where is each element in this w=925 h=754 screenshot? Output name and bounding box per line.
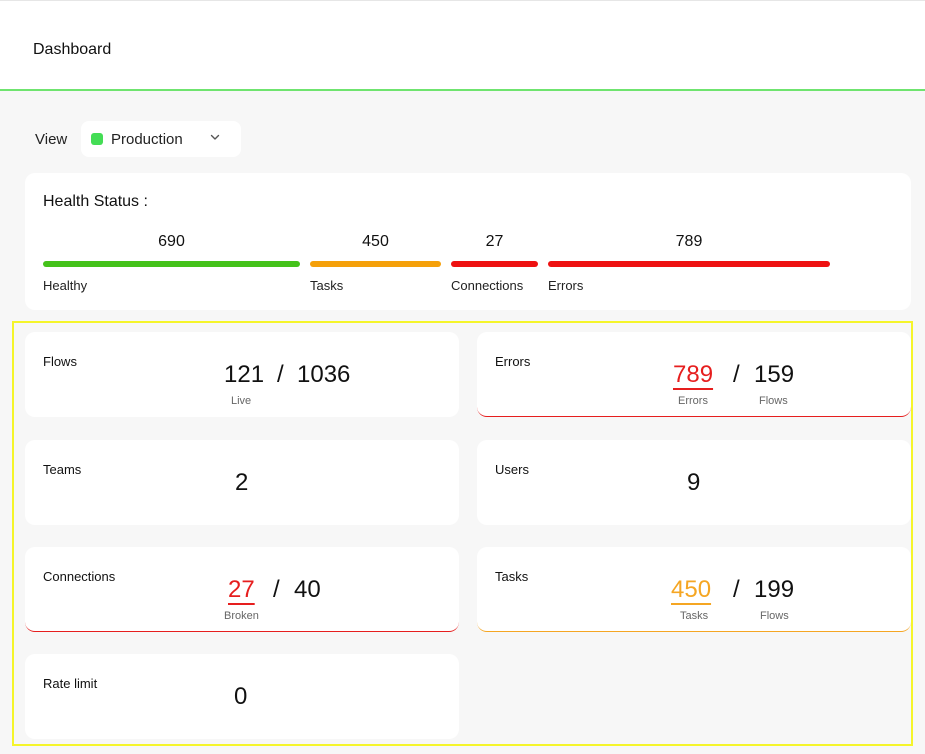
flows-separator: / (277, 361, 284, 388)
connections-separator: / (273, 576, 280, 603)
errors-count[interactable]: 789 (673, 361, 713, 389)
errors-card[interactable]: Errors 789 / 159 Errors Flows (477, 332, 911, 417)
flows-card[interactable]: Flows 121 / 1036 Live (25, 332, 459, 417)
environment-select[interactable]: Production (81, 121, 241, 157)
health-status-panel: Health Status : 690 Healthy 450 Tasks 27… (25, 173, 911, 310)
chevron-down-icon (210, 134, 220, 140)
health-connections-count: 27 (485, 233, 504, 250)
health-errors-bar (548, 261, 830, 267)
tasks-separator: / (733, 576, 740, 603)
health-connections-label: Connections (451, 278, 524, 293)
tasks-count-label: Tasks (680, 610, 709, 622)
page-title: Dashboard (33, 41, 112, 58)
connections-card-title: Connections (43, 569, 116, 584)
tasks-count[interactable]: 450 (671, 576, 711, 604)
tasks-flows-label: Flows (760, 610, 789, 622)
flows-live-count: 121 (224, 361, 265, 388)
top-bar: Dashboard (0, 0, 925, 91)
health-healthy-count: 690 (158, 233, 185, 250)
view-label: View (35, 131, 68, 148)
rate-limit-value: 0 (234, 683, 248, 710)
rate-limit-card-title: Rate limit (43, 676, 98, 691)
connections-total-count: 40 (294, 576, 321, 603)
tasks-flows-count: 199 (754, 576, 795, 603)
teams-card[interactable]: Teams 2 (25, 440, 459, 525)
teams-card-title: Teams (43, 462, 82, 477)
connections-broken-label: Broken (224, 610, 259, 622)
environment-select-value: Production (111, 131, 183, 148)
errors-flows-count: 159 (754, 361, 795, 388)
flows-total-count: 1036 (297, 361, 351, 388)
health-healthy-label: Healthy (43, 278, 88, 293)
errors-card-title: Errors (495, 354, 531, 369)
errors-separator: / (733, 361, 740, 388)
status-dot-icon (91, 133, 103, 145)
errors-count-label: Errors (678, 395, 708, 407)
health-errors-count: 789 (675, 233, 703, 250)
health-tasks-count: 450 (362, 233, 389, 250)
teams-count: 2 (235, 469, 249, 496)
health-tasks-label: Tasks (310, 278, 344, 293)
health-healthy-bar (43, 261, 300, 267)
flows-card-title: Flows (43, 354, 77, 369)
health-errors-label: Errors (548, 278, 584, 293)
users-count: 9 (687, 469, 701, 496)
users-card-title: Users (495, 462, 529, 477)
connections-card[interactable]: Connections 27 / 40 Broken (25, 547, 459, 632)
flows-live-label: Live (231, 395, 252, 407)
rate-limit-card[interactable]: Rate limit 0 (25, 654, 459, 739)
health-status-title: Health Status : (43, 193, 148, 210)
health-tasks-bar (310, 261, 441, 267)
tasks-card-title: Tasks (495, 569, 529, 584)
health-connections-bar (451, 261, 538, 267)
errors-flows-label: Flows (759, 395, 788, 407)
users-card[interactable]: Users 9 (477, 440, 911, 525)
connections-broken-count[interactable]: 27 (228, 576, 255, 604)
tasks-card[interactable]: Tasks 450 / 199 Tasks Flows (477, 547, 911, 632)
